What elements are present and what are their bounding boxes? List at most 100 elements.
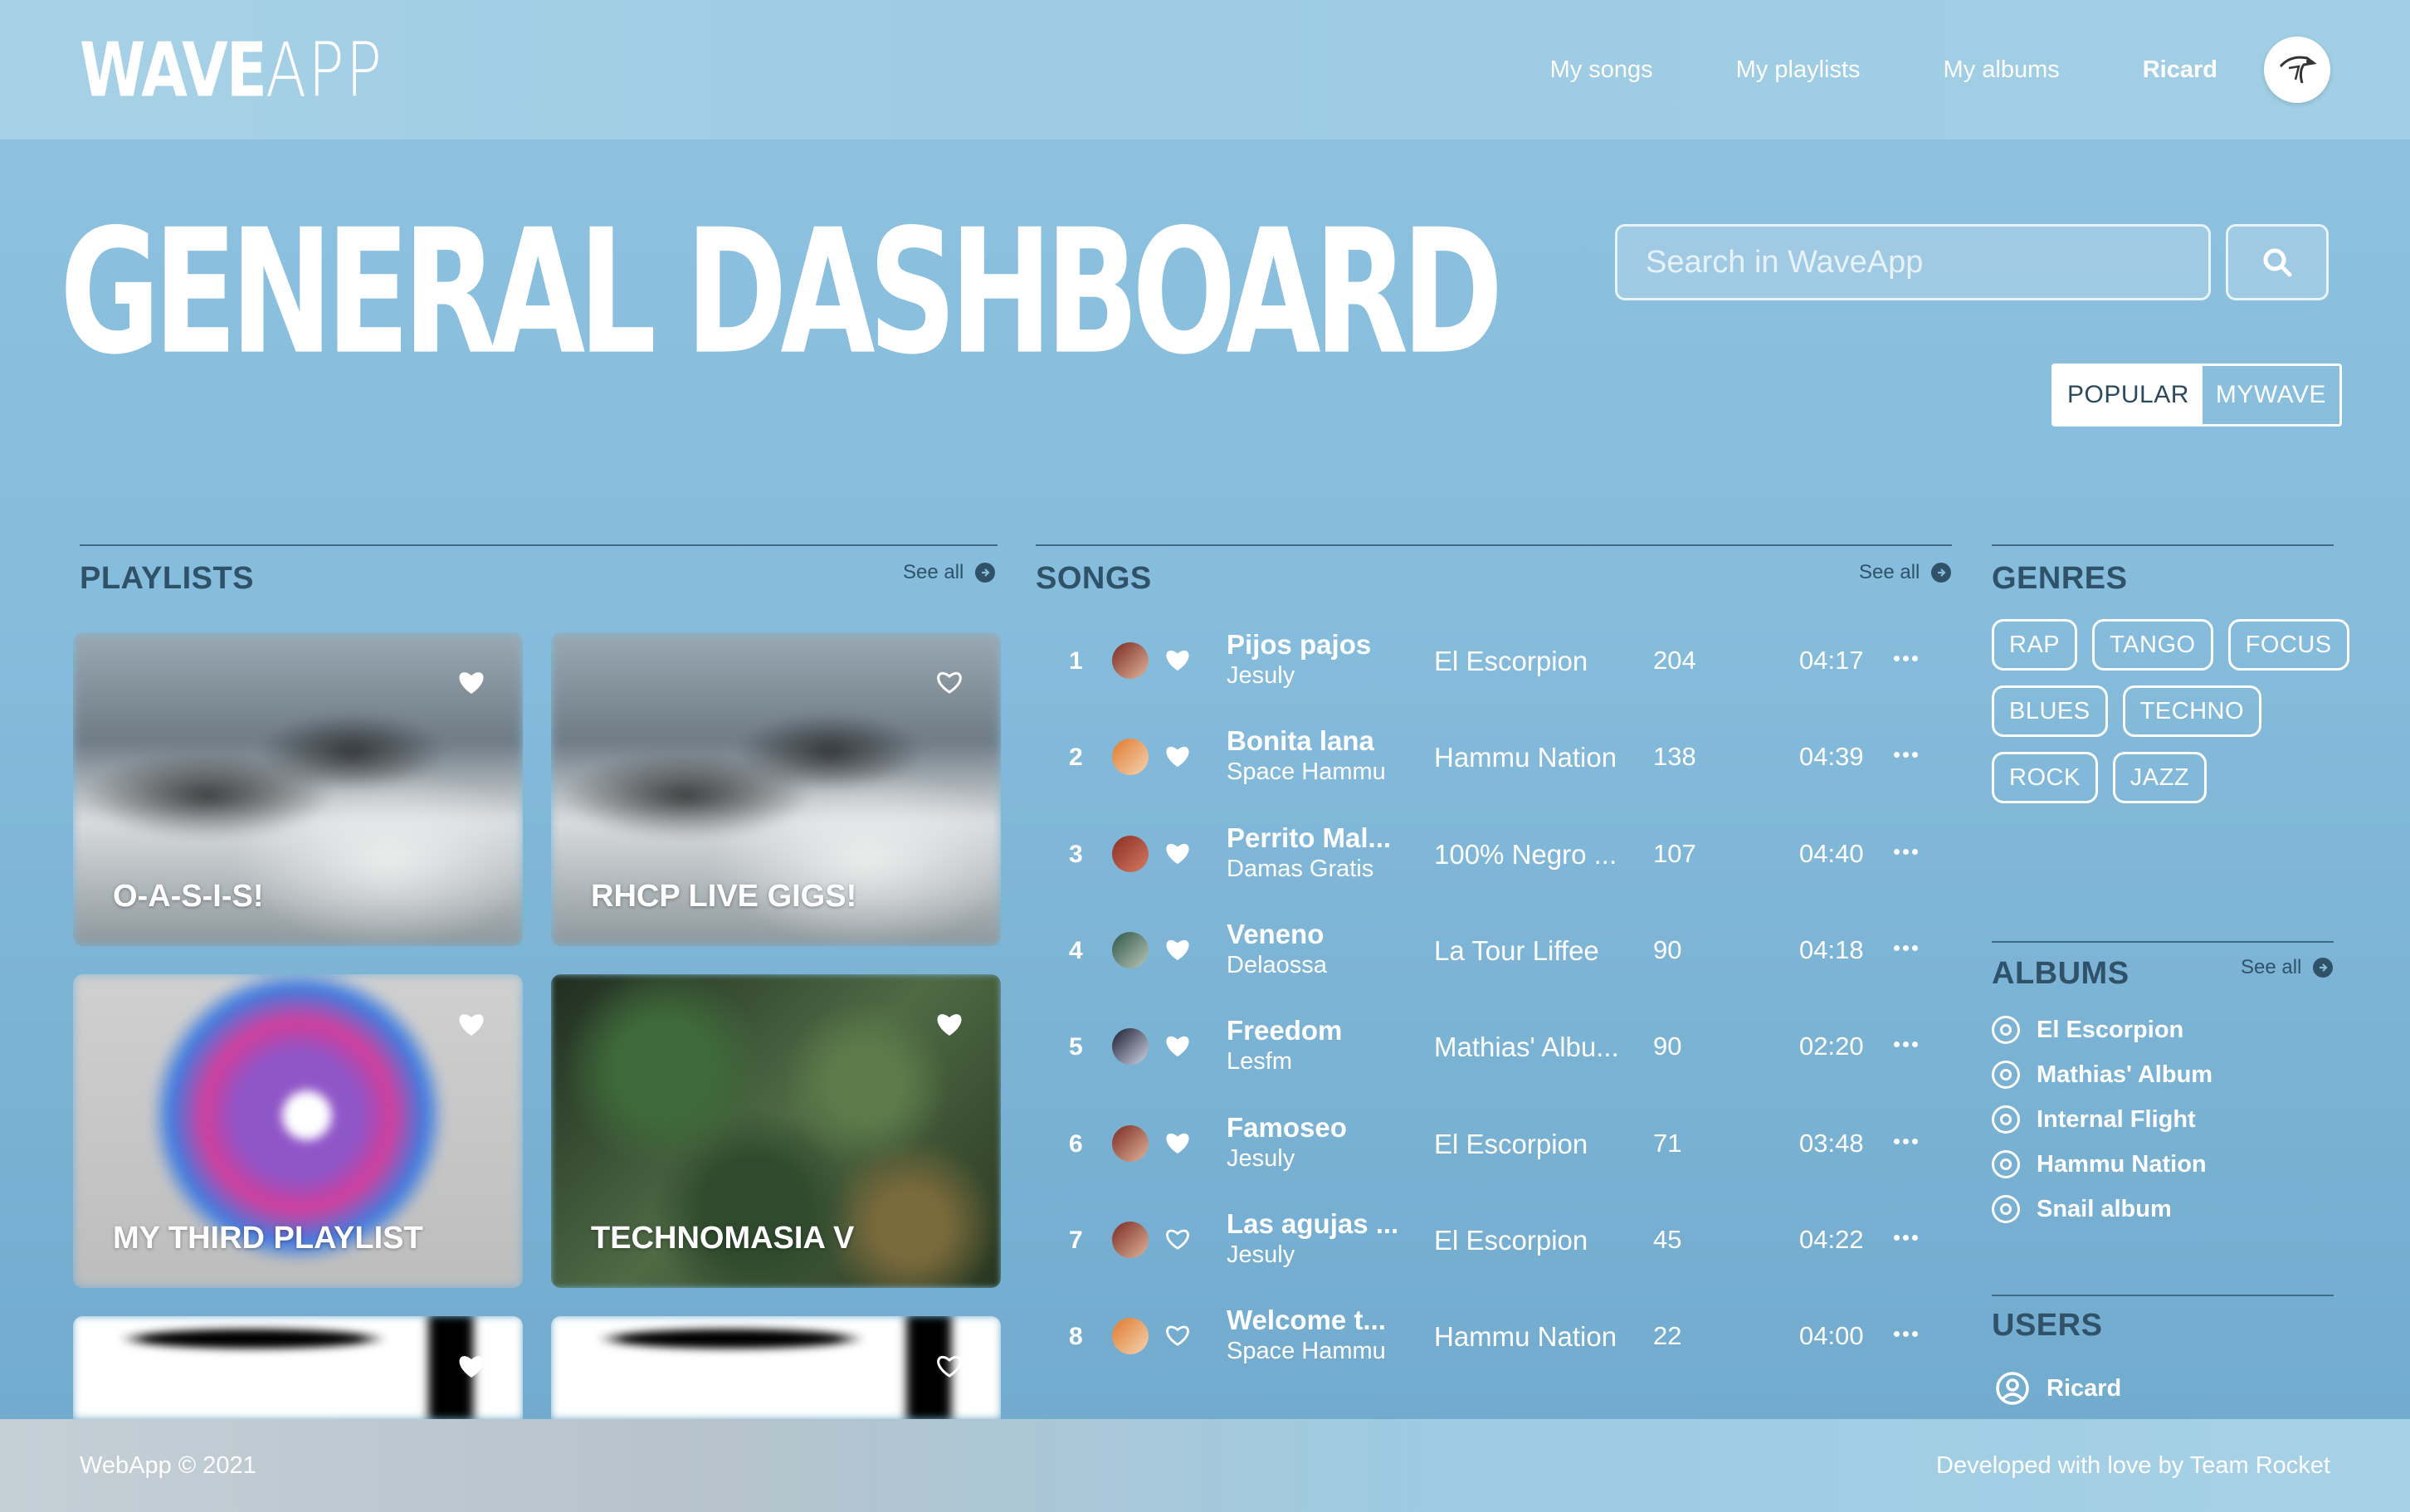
song-artist[interactable]: Jesuly — [1227, 662, 1295, 690]
song-title[interactable]: Welcome t... — [1227, 1305, 1386, 1336]
disc-icon — [1992, 1105, 2020, 1134]
song-title[interactable]: Pijos pajos — [1227, 629, 1371, 661]
album-link[interactable]: Snail album — [1992, 1195, 2172, 1223]
heart-outline-icon[interactable] — [1164, 1227, 1192, 1256]
song-album[interactable]: El Escorpion — [1434, 1129, 1588, 1160]
song-title[interactable]: Freedom — [1227, 1015, 1342, 1046]
more-options-icon[interactable] — [1894, 1331, 1918, 1338]
playlist-card[interactable]: O-A-S-I-S! — [73, 632, 523, 946]
heart-filled-icon[interactable] — [456, 1011, 486, 1041]
genre-tag-rap[interactable]: RAP — [1992, 619, 2078, 671]
album-link[interactable]: Hammu Nation — [1992, 1150, 2207, 1178]
more-options-icon[interactable] — [1894, 1234, 1918, 1241]
song-rank: 4 — [1069, 936, 1083, 964]
song-row[interactable]: 5 Freedom Lesfm Mathias' Albu... 90 02:20 — [1036, 1010, 1949, 1093]
song-row[interactable]: 2 Bonita lana Space Hammu Hammu Nation 138 04… — [1036, 720, 1949, 803]
more-options-icon[interactable] — [1894, 944, 1918, 951]
albums-see-all[interactable]: See all — [2241, 956, 2334, 979]
more-options-icon[interactable] — [1894, 1138, 1918, 1144]
song-album[interactable]: El Escorpion — [1434, 1225, 1588, 1256]
song-rank: 5 — [1069, 1033, 1083, 1061]
nav-link-my-songs[interactable]: My songs — [1550, 56, 1653, 84]
genre-tag-focus[interactable]: FOCUS — [2227, 619, 2349, 671]
heart-outline-icon[interactable] — [1164, 1323, 1192, 1352]
heart-outline-icon[interactable] — [934, 1353, 964, 1383]
playlist-card[interactable]: TECHNOMASIA V — [551, 974, 1001, 1288]
song-row[interactable]: 8 Welcome t... Space Hammu Hammu Nation 22 04… — [1036, 1300, 1949, 1383]
user-avatar[interactable] — [2264, 37, 2330, 103]
song-album[interactable]: Mathias' Albu... — [1434, 1032, 1619, 1063]
heart-filled-icon[interactable] — [934, 1011, 964, 1041]
footer-copyright: WebApp © 2021 — [80, 1451, 256, 1479]
song-album[interactable]: 100% Negro ... — [1434, 839, 1617, 871]
songs-see-all[interactable]: See all — [1859, 561, 1952, 584]
song-artist[interactable]: Delaossa — [1227, 952, 1327, 979]
song-album[interactable]: Hammu Nation — [1434, 742, 1617, 773]
playlist-card[interactable]: MY THIRD PLAYLIST — [73, 974, 523, 1288]
heart-filled-icon[interactable] — [1164, 647, 1192, 676]
song-row[interactable]: 6 Famoseo Jesuly El Escorpion 71 03:48 — [1036, 1107, 1949, 1190]
song-row[interactable]: 7 Las agujas ... Jesuly El Escorpion 45 04:22 — [1036, 1203, 1949, 1286]
playlist-card[interactable] — [551, 1316, 1001, 1419]
album-link[interactable]: El Escorpion — [1992, 1016, 2183, 1044]
song-cover-thumbnail — [1112, 642, 1149, 679]
heart-filled-icon[interactable] — [1164, 744, 1192, 773]
playlists-see-all[interactable]: See all — [903, 561, 996, 584]
toggle-mywave[interactable]: MYWAVE — [2203, 366, 2339, 424]
more-options-icon[interactable] — [1894, 752, 1918, 758]
song-title[interactable]: Famoseo — [1227, 1112, 1347, 1144]
song-duration: 03:48 — [1799, 1128, 1864, 1158]
search-button[interactable] — [2226, 224, 2329, 300]
nav-link-my-playlists[interactable]: My playlists — [1736, 56, 1861, 84]
album-link[interactable]: Mathias' Album — [1992, 1061, 2212, 1089]
genre-tag-rock[interactable]: ROCK — [1992, 752, 2098, 803]
song-artist[interactable]: Lesfm — [1227, 1048, 1292, 1075]
song-album[interactable]: La Tour Liffee — [1434, 935, 1599, 967]
song-title[interactable]: Perrito Mal... — [1227, 822, 1391, 854]
song-artist[interactable]: Space Hammu — [1227, 758, 1386, 786]
playlist-card[interactable]: RHCP LIVE GIGS! — [551, 632, 1001, 946]
song-row[interactable]: 1 Pijos pajos Jesuly El Escorpion 204 04:17 — [1036, 624, 1949, 707]
song-artist[interactable]: Damas Gratis — [1227, 856, 1373, 883]
user-link[interactable]: Ricard — [1995, 1371, 2121, 1406]
song-title[interactable]: Las agujas ... — [1227, 1208, 1398, 1240]
heart-filled-icon[interactable] — [456, 669, 486, 700]
genre-tag-tango[interactable]: TANGO — [2092, 619, 2213, 671]
heart-filled-icon[interactable] — [456, 1353, 486, 1383]
song-row[interactable]: 3 Perrito Mal... Damas Gratis 100% Negro ..… — [1036, 817, 1949, 900]
song-artist[interactable]: Space Hammu — [1227, 1338, 1386, 1365]
album-link[interactable]: Internal Flight — [1992, 1105, 2196, 1134]
heart-filled-icon[interactable] — [1164, 937, 1192, 966]
song-title[interactable]: Bonita lana — [1227, 725, 1374, 757]
arrow-right-icon — [975, 563, 996, 583]
app-logo[interactable]: WAVEAPP — [80, 27, 383, 114]
nav-link-my-albums[interactable]: My albums — [1944, 56, 2060, 84]
song-artist[interactable]: Jesuly — [1227, 1145, 1295, 1173]
song-row[interactable]: 4 Veneno Delaossa La Tour Liffee 90 04:18 — [1036, 914, 1949, 997]
heart-filled-icon[interactable] — [1164, 841, 1192, 870]
more-options-icon[interactable] — [1894, 1041, 1918, 1048]
more-options-icon[interactable] — [1894, 656, 1918, 661]
genre-tag-blues[interactable]: BLUES — [1992, 685, 2108, 737]
disc-icon — [1992, 1061, 2020, 1089]
song-album[interactable]: El Escorpion — [1434, 646, 1588, 677]
heart-filled-icon[interactable] — [1164, 1033, 1192, 1062]
genre-tags: RAP TANGO FOCUS BLUES TECHNO ROCK JAZZ — [1992, 619, 2373, 803]
songs-heading: SONGS — [1036, 561, 1152, 596]
heart-filled-icon[interactable] — [1164, 1130, 1192, 1159]
song-play-count: 138 — [1653, 742, 1696, 772]
song-title[interactable]: Veneno — [1227, 919, 1324, 950]
toggle-popular[interactable]: POPULAR — [2054, 366, 2203, 424]
search-input[interactable] — [1615, 224, 2211, 300]
song-album[interactable]: Hammu Nation — [1434, 1321, 1617, 1353]
song-cover-thumbnail — [1112, 1028, 1149, 1066]
song-cover-thumbnail — [1112, 931, 1149, 968]
heart-outline-icon[interactable] — [934, 669, 964, 700]
playlist-card[interactable] — [73, 1316, 523, 1419]
song-cover-thumbnail — [1112, 1221, 1149, 1258]
genre-tag-techno[interactable]: TECHNO — [2122, 685, 2262, 737]
nav-user-name[interactable]: Ricard — [2143, 56, 2217, 84]
more-options-icon[interactable] — [1894, 848, 1918, 855]
genre-tag-jazz[interactable]: JAZZ — [2112, 752, 2208, 803]
song-artist[interactable]: Jesuly — [1227, 1241, 1295, 1269]
